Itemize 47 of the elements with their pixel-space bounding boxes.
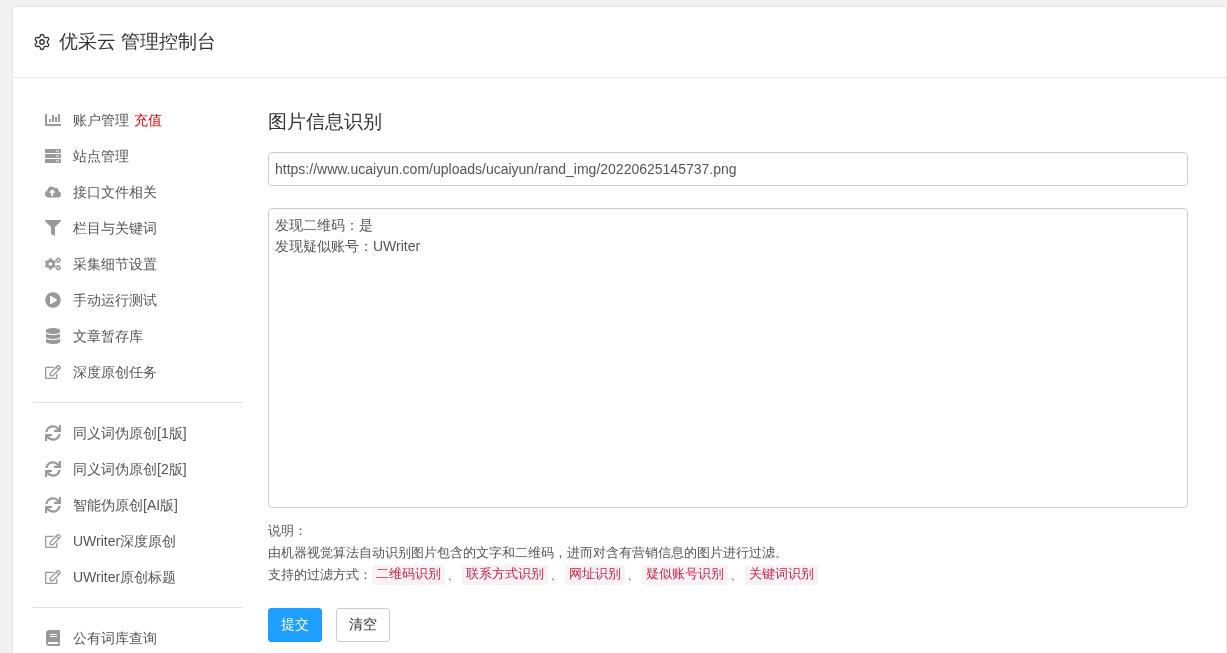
sidebar-item[interactable]: 接口文件相关 — [33, 174, 243, 210]
sidebar-item[interactable]: 账户管理 充值 — [33, 102, 243, 138]
cloud-upload-icon — [45, 184, 61, 200]
filter-icon — [45, 220, 61, 236]
notes-heading: 说明： — [268, 521, 307, 540]
server-icon — [45, 148, 61, 164]
settings-icon — [33, 33, 51, 51]
result-text-area[interactable]: 发现二维码：是 发现疑似账号：UWriter — [268, 207, 1188, 508]
page-title: 图片信息识别 — [268, 110, 383, 134]
list-separator: 、 — [730, 565, 743, 584]
refresh-icon — [45, 425, 61, 441]
list-separator: 、 — [627, 565, 640, 584]
notes-description: 由机器视觉算法自动识别图片包含的文字和二维码，进而对含有营销信息的图片进行过滤。 — [268, 543, 788, 562]
sidebar-item[interactable]: 采集细节设置 — [33, 246, 243, 282]
refresh-icon — [45, 497, 61, 513]
gears-icon — [45, 256, 61, 272]
sidebar-item[interactable]: 栏目与关键词 — [33, 210, 243, 246]
sidebar-item[interactable]: 站点管理 — [33, 138, 243, 174]
filter-method-tag: 联系方式识别 — [462, 564, 548, 585]
refresh-icon — [45, 461, 61, 477]
clear-button[interactable]: 清空 — [336, 607, 390, 642]
edit-icon — [45, 569, 61, 585]
filter-methods-label: 支持的过滤方式： — [268, 565, 372, 584]
book-icon — [45, 630, 61, 646]
sidebar-item[interactable]: 深度原创任务 — [33, 354, 243, 390]
edit-icon — [45, 364, 61, 380]
sidebar-item[interactable]: UWriter原创标题 — [33, 559, 243, 595]
sidebar-item[interactable]: 智能伪原创[AI版] — [33, 487, 243, 523]
sidebar-item[interactable]: 同义词伪原创[1版] — [33, 415, 243, 451]
database-icon — [45, 328, 61, 344]
play-icon — [45, 292, 61, 308]
sidebar-item[interactable]: UWriter深度原创 — [33, 523, 243, 559]
image-url-field[interactable]: https://www.ucaiyun.com/uploads/ucaiyun/rand_img/20220625145737.png — [268, 151, 1188, 186]
list-separator: 、 — [447, 565, 460, 584]
bar-chart-icon — [45, 112, 61, 128]
recharge-link[interactable]: 充值 — [134, 111, 162, 128]
list-separator: 、 — [550, 565, 563, 584]
filter-method-tag: 网址识别 — [565, 564, 625, 585]
filter-method-tag: 关键词识别 — [745, 564, 818, 585]
sidebar-item[interactable]: 手动运行测试 — [33, 282, 243, 318]
sidebar-item[interactable]: 文章暂存库 — [33, 318, 243, 354]
filter-method-tag: 疑似账号识别 — [642, 564, 728, 585]
filter-method-tag: 二维码识别 — [372, 564, 445, 585]
console-title: 优采云 管理控制台 — [59, 29, 217, 54]
sidebar-item[interactable]: 同义词伪原创[2版] — [33, 451, 243, 487]
edit-icon — [45, 533, 61, 549]
sidebar-item[interactable]: 公有词库查询 — [33, 620, 243, 653]
